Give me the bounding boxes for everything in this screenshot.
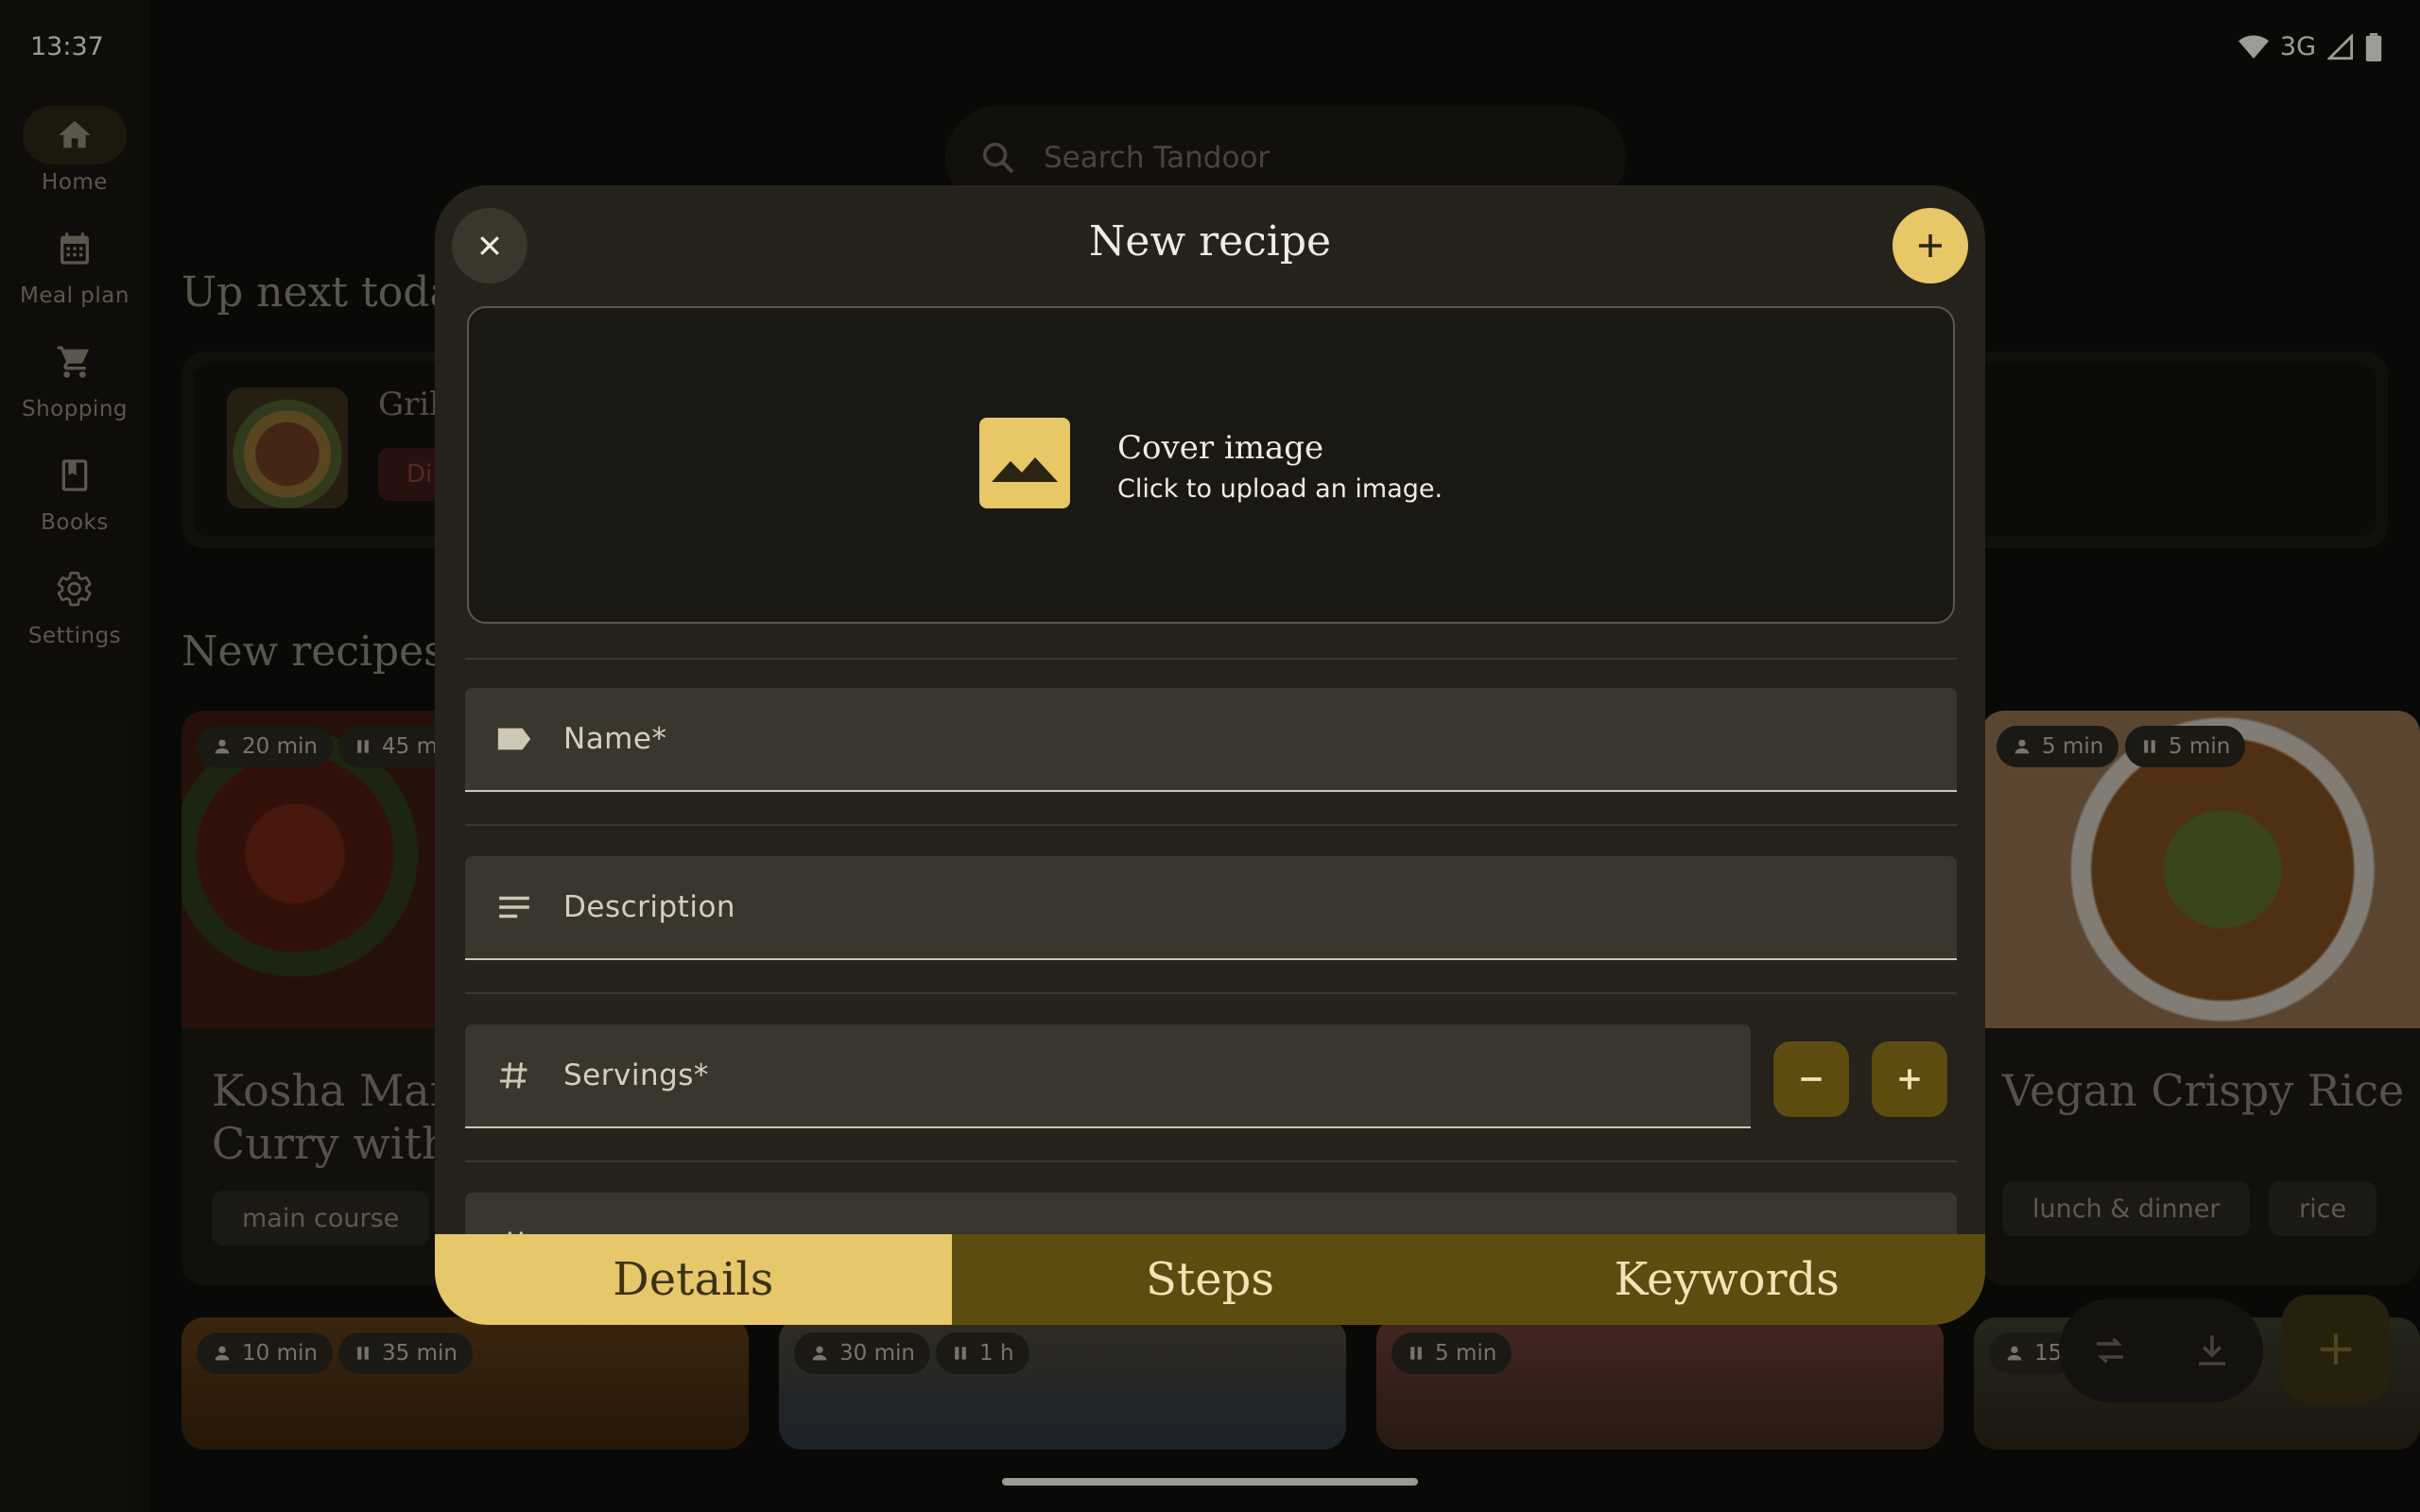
plus-icon [1899, 1069, 1920, 1090]
minus-icon [1801, 1077, 1822, 1081]
description-field[interactable]: Description [465, 856, 1957, 960]
dialog-title: New recipe [1088, 217, 1332, 266]
app-root: Home Meal plan Shopping Books Settings 1… [0, 0, 2420, 1512]
divider [465, 658, 1957, 660]
cover-image-upload[interactable]: Cover image Click to upload an image. [467, 306, 1955, 624]
dialog-tabs: Details Steps Keywords [435, 1234, 1985, 1325]
servings-increment-button[interactable] [1872, 1041, 1947, 1117]
hash-icon [465, 1058, 563, 1092]
servings-decrement-button[interactable] [1773, 1041, 1849, 1117]
divider [465, 824, 1957, 826]
label-icon [465, 725, 563, 753]
tab-steps[interactable]: Steps [951, 1234, 1469, 1325]
new-recipe-dialog: New recipe Cover image Click to upload a… [435, 185, 1985, 1325]
divider [465, 992, 1957, 994]
tab-details[interactable]: Details [435, 1234, 952, 1325]
tab-keywords[interactable]: Keywords [1468, 1234, 1985, 1325]
plus-icon [1919, 234, 1942, 257]
servings-field-label: Servings* [563, 1058, 709, 1092]
create-recipe-button[interactable] [1893, 208, 1968, 284]
notes-icon [465, 893, 563, 921]
cover-title: Cover image [1117, 429, 1324, 467]
description-field-label: Description [563, 890, 736, 924]
image-icon [979, 418, 1070, 508]
name-field[interactable]: Name* [465, 688, 1957, 792]
name-field-label: Name* [563, 722, 667, 756]
cover-subtitle: Click to upload an image. [1117, 474, 1443, 504]
divider [465, 1160, 1957, 1162]
servings-field[interactable]: Servings* [465, 1024, 1751, 1128]
